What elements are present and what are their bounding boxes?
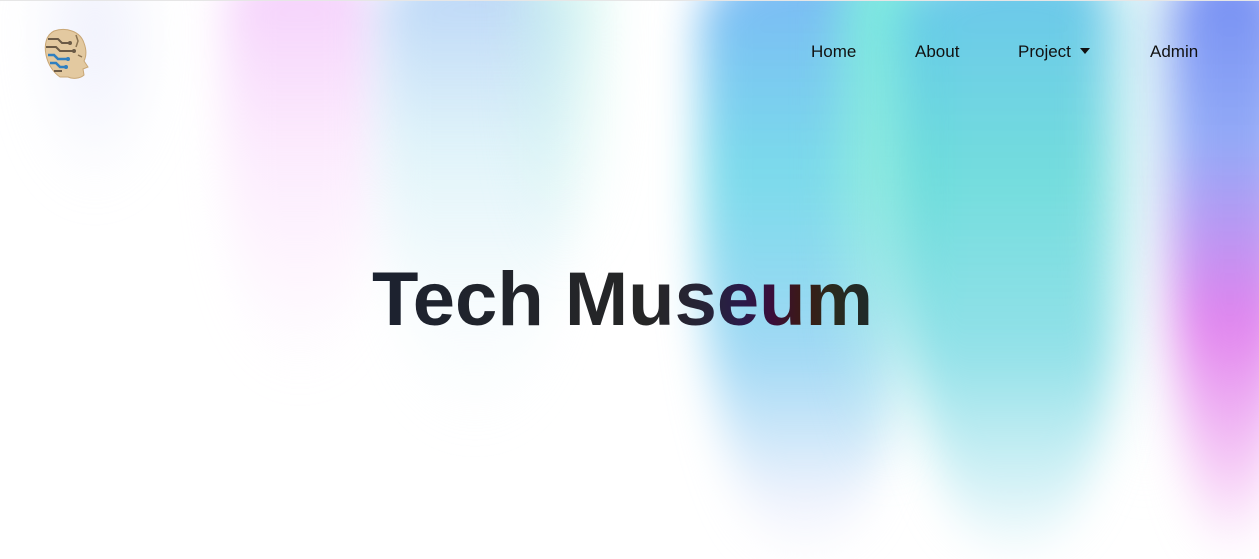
nav-project-dropdown[interactable]: Project [1018, 41, 1090, 63]
robot-head-circuit-logo-icon [44, 29, 89, 79]
hero-title: Tech Museum [372, 257, 874, 342]
nav-admin-link[interactable]: Admin [1150, 41, 1198, 63]
site-logo[interactable] [40, 27, 92, 81]
site-header: Home About Project Admin [0, 1, 1259, 101]
nav-home-label: Home [811, 42, 857, 61]
nav-project-label: Project [1018, 42, 1071, 61]
caret-down-icon [1079, 48, 1090, 54]
nav-about-label: About [915, 42, 960, 61]
nav-about-link[interactable]: About [915, 41, 959, 63]
nav-home-link[interactable]: Home [811, 41, 856, 63]
nav-admin-label: Admin [1150, 42, 1199, 61]
page: Home About Project Admin Tech Museum [0, 0, 1259, 559]
